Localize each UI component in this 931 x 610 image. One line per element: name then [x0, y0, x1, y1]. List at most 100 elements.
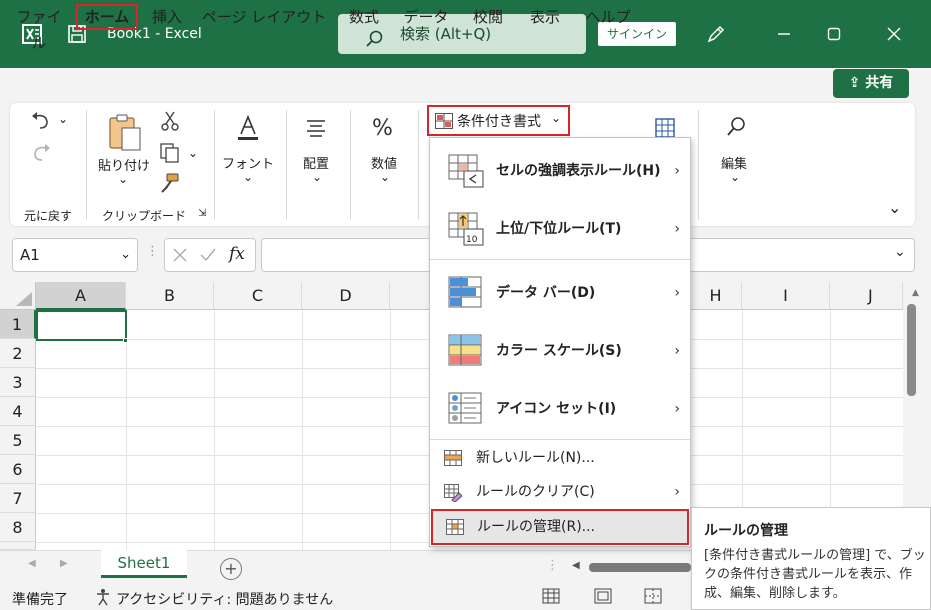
row-header-7[interactable]: 7	[0, 484, 36, 513]
tab-splitter-icon[interactable]: ⋮	[546, 558, 559, 573]
row-header-2[interactable]: 2	[0, 339, 36, 368]
new-rule-icon	[444, 450, 462, 470]
menu-item-icon-sets[interactable]: アイコン セット(I) ›	[430, 380, 690, 438]
column-header-a[interactable]: A	[36, 282, 126, 310]
format-painter-icon[interactable]	[159, 172, 181, 198]
top-bottom-label: 上位/下位ルール(T)	[496, 221, 622, 237]
cancel-entry-icon[interactable]	[171, 246, 189, 268]
menu-bar	[0, 68, 931, 100]
tab-file[interactable]: ファイル	[12, 4, 66, 52]
manage-rules-icon	[446, 519, 464, 539]
dialog-launcher-icon[interactable]: ⇲	[198, 208, 206, 219]
tab-insert[interactable]: 挿入	[146, 4, 188, 30]
menu-item-top-bottom[interactable]: 10 上位/下位ルール(T) ›	[430, 200, 690, 258]
tab-help[interactable]: ヘルプ	[580, 4, 636, 30]
page-break-view-icon[interactable]	[644, 588, 662, 608]
insert-function-button[interactable]: fx	[229, 244, 245, 264]
percent-icon[interactable]: %	[372, 116, 393, 141]
sheet-tab-sheet1[interactable]: Sheet1	[101, 550, 187, 578]
scroll-tabs-left-icon[interactable]: ◀	[28, 558, 36, 569]
column-header-i[interactable]: I	[742, 282, 830, 310]
column-header-h[interactable]: H	[690, 282, 742, 310]
ribbon-divider	[698, 110, 699, 220]
menu-item-new-rule[interactable]: 新しいルール(N)...	[430, 441, 690, 475]
ribbon-divider	[286, 110, 287, 220]
row-header-3[interactable]: 3	[0, 368, 36, 397]
number-dropdown-icon[interactable]: ⌄	[380, 170, 390, 184]
share-icon: ⇪	[848, 75, 861, 91]
maximize-icon[interactable]	[822, 22, 846, 46]
column-header-c[interactable]: C	[214, 282, 302, 310]
top-bottom-rules-icon-text: 10	[466, 235, 478, 245]
formula-expand-icon[interactable]: ⌄	[894, 244, 906, 260]
minimize-icon[interactable]	[772, 22, 796, 46]
horizontal-scroll-thumb[interactable]	[589, 563, 691, 572]
menu-item-manage-rules[interactable]: ルールの管理(R)...	[431, 509, 689, 545]
name-box-dropdown-icon[interactable]: ⌄	[120, 239, 131, 271]
normal-view-icon[interactable]	[542, 588, 560, 608]
copy-icon[interactable]	[159, 142, 181, 168]
scroll-tabs-right-icon[interactable]: ▶	[60, 558, 68, 569]
column-header-hidden[interactable]	[390, 282, 430, 310]
undo-icon[interactable]	[28, 108, 54, 138]
cut-icon[interactable]	[160, 110, 180, 136]
column-header-d[interactable]: D	[302, 282, 390, 310]
tab-data[interactable]: データ	[398, 4, 454, 30]
vertical-scroll-thumb[interactable]	[907, 304, 916, 396]
page-layout-view-icon[interactable]	[594, 588, 612, 608]
alignment-dropdown-icon[interactable]: ⌄	[312, 170, 322, 184]
undo-dropdown-icon[interactable]: ⌄	[58, 112, 68, 126]
scroll-up-icon[interactable]: ▲	[912, 288, 919, 298]
share-button[interactable]: ⇪ 共有	[833, 69, 909, 98]
add-sheet-icon[interactable]: +	[220, 558, 242, 580]
hscroll-left-icon[interactable]: ◀	[572, 560, 580, 571]
active-cell-a1[interactable]	[36, 310, 127, 341]
paste-dropdown-icon[interactable]: ⌄	[118, 172, 128, 186]
row-header-5[interactable]: 5	[0, 426, 36, 455]
tab-home[interactable]: ホーム	[76, 4, 138, 30]
formula-buttons: fx	[164, 238, 256, 272]
row-header-4[interactable]: 4	[0, 397, 36, 426]
editing-dropdown-icon[interactable]: ⌄	[730, 170, 740, 184]
menu-item-clear-rules[interactable]: ルールのクリア(C) ›	[430, 475, 690, 509]
menu-item-highlight-cells[interactable]: セルの強調表示ルール(H) ›	[430, 142, 690, 200]
conditional-formatting-button[interactable]: 条件付き書式 ⌄	[427, 105, 570, 136]
paste-icon[interactable]	[106, 112, 144, 156]
data-bars-icon	[448, 276, 484, 314]
name-box[interactable]: A1 ⌄	[12, 238, 138, 272]
row-header-1[interactable]: 1	[0, 310, 36, 339]
chevron-right-icon: ›	[674, 401, 680, 417]
new-rule-label: 新しいルール(N)...	[476, 450, 595, 466]
ribbon-expand-icon[interactable]: ⌄	[888, 198, 901, 217]
font-dropdown-icon[interactable]: ⌄	[243, 170, 253, 184]
select-all-button[interactable]	[0, 282, 36, 310]
menu-item-color-scales[interactable]: カラー スケール(S) ›	[430, 322, 690, 380]
tab-formulas[interactable]: 数式	[342, 4, 386, 30]
alignment-icon[interactable]	[304, 116, 328, 144]
conditional-formatting-icon	[435, 113, 453, 133]
copy-dropdown-icon[interactable]: ⌄	[188, 146, 198, 160]
formula-bar-grip-icon: ⋮	[146, 244, 159, 259]
highlight-cells-icon	[448, 154, 484, 192]
chevron-right-icon: ›	[674, 484, 680, 500]
fill-handle[interactable]	[123, 338, 128, 343]
tab-view[interactable]: 表示	[522, 4, 568, 30]
row-header-6[interactable]: 6	[0, 455, 36, 484]
tab-review[interactable]: 校閲	[466, 4, 510, 30]
clear-rules-label: ルールのクリア(C)	[476, 484, 595, 500]
font-icon[interactable]	[236, 114, 260, 146]
column-header-j[interactable]: J	[830, 282, 903, 310]
confirm-entry-icon[interactable]	[199, 246, 217, 268]
tab-page-layout[interactable]: ページ レイアウト	[200, 4, 328, 30]
editing-search-icon[interactable]	[724, 115, 748, 143]
row-header-8[interactable]: 8	[0, 513, 36, 542]
close-icon[interactable]	[882, 22, 906, 46]
accessibility-status[interactable]: アクセシビリティ: 問題ありません	[116, 589, 333, 609]
accessibility-icon[interactable]	[94, 588, 112, 610]
ribbon-divider	[214, 110, 215, 220]
pen-icon[interactable]	[704, 22, 728, 46]
chevron-down-icon: ⌄	[551, 111, 562, 125]
column-header-b[interactable]: B	[126, 282, 214, 310]
menu-item-data-bars[interactable]: データ バー(D) ›	[430, 264, 690, 322]
name-box-value: A1	[20, 246, 40, 264]
